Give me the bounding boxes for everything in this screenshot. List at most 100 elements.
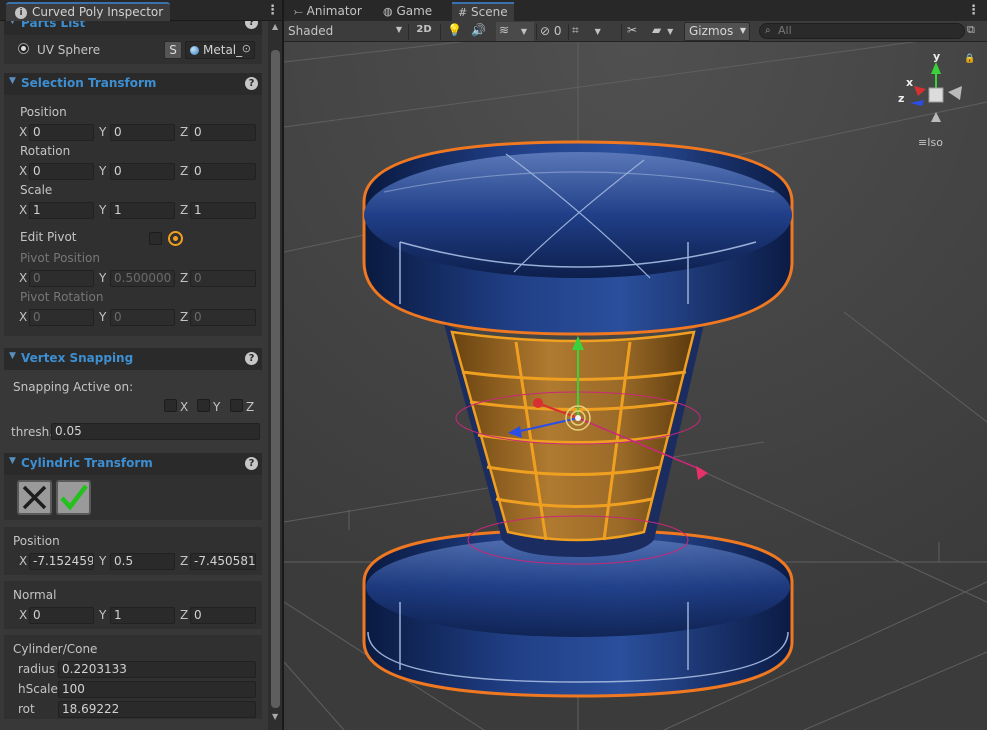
axis-y-label: Y (99, 271, 107, 285)
scroll-down-arrow-icon[interactable]: ▼ (272, 712, 278, 721)
tab-curved-poly-inspector[interactable]: i Curved Poly Inspector (6, 2, 170, 21)
material-field[interactable]: Metal_ ⊙ (185, 41, 255, 59)
chevron-down-icon: ▼ (395, 25, 402, 34)
tab-game[interactable]: ◍ Game (377, 2, 438, 21)
inspector-tab-title: Curved Poly Inspector (32, 5, 164, 19)
axis-x-label: X (19, 164, 28, 178)
tools-icon[interactable]: ✂ (627, 22, 637, 41)
object-picker-icon[interactable]: ⊙ (242, 42, 251, 55)
close-icon (22, 485, 47, 510)
hidden-objects-toggle[interactable]: ⊘ 0 (540, 22, 562, 41)
confirm-button[interactable] (56, 480, 91, 515)
effects-dropdown[interactable]: ≋ ▼ (496, 22, 534, 41)
lock-icon[interactable]: 🔒 (964, 54, 975, 64)
help-icon[interactable]: ? (245, 21, 258, 29)
radius-field[interactable]: 0.2203133 (58, 661, 256, 678)
gizmo-x-label: x (906, 76, 914, 89)
scene-menu-icon[interactable]: ⋮ (967, 4, 980, 17)
tab-animator[interactable]: ⤚ Animator (288, 2, 368, 21)
part-item-label[interactable]: UV Sphere (37, 43, 100, 57)
lighting-icon[interactable]: 💡 (447, 22, 462, 41)
thresh-field[interactable]: 0.05 (51, 423, 260, 440)
scene-search-input[interactable]: ⌕ All (759, 23, 965, 39)
inspector-menu-icon[interactable]: ⋮ (266, 4, 279, 17)
snap-z-label: Z (246, 400, 255, 414)
axis-z-label: Z (180, 271, 189, 285)
vertex-snapping-header[interactable]: ▼ Vertex Snapping ? (4, 348, 262, 370)
pivot-target-icon[interactable] (168, 231, 183, 246)
axis-z-label: Z (180, 554, 189, 568)
tab-scene[interactable]: # Scene (452, 2, 514, 21)
axis-x-label: X (19, 608, 28, 622)
position-z-field[interactable]: 0 (190, 124, 256, 141)
gizmo-y-label: y (933, 50, 941, 63)
scene-viewport[interactable]: y x z ≡Iso 🔒 (284, 42, 987, 730)
axis-z-label: Z (180, 164, 189, 178)
position-x-field[interactable]: 0 (29, 124, 94, 141)
scale-y-field[interactable]: 1 (110, 202, 175, 219)
scale-z-field[interactable]: 1 (190, 202, 256, 219)
snap-z-checkbox[interactable] (230, 399, 243, 412)
grid-snapping-dropdown[interactable]: ⌗ ▼ (572, 22, 612, 41)
pivot-rotation-y-field: 0 (110, 309, 175, 326)
scrollbar-thumb[interactable] (271, 50, 280, 708)
audio-icon[interactable]: 🔊 (471, 22, 486, 41)
axis-z-label: Z (180, 608, 189, 622)
axis-x-label: X (19, 554, 28, 568)
maximize-icon[interactable]: ⧉ (967, 23, 981, 38)
selection-transform-header[interactable]: ▼ Selection Transform ? (4, 73, 262, 95)
chevron-down-icon: ▼ (667, 27, 674, 36)
animator-icon: ⤚ (294, 5, 303, 18)
radio-button[interactable] (18, 43, 29, 54)
rotation-x-field[interactable]: 0 (29, 163, 94, 180)
rotation-y-field[interactable]: 0 (110, 163, 175, 180)
snap-x-checkbox[interactable] (164, 399, 177, 412)
orientation-gizmo[interactable]: y x z ≡Iso (896, 50, 986, 150)
material-sphere-icon (190, 46, 199, 55)
scale-x-field[interactable]: 1 (29, 202, 94, 219)
cyl-normal-y-field[interactable]: 1 (110, 607, 175, 624)
scene-tab-bar: ⤚ Animator ◍ Game # Scene ⋮ (284, 0, 987, 21)
cyl-normal-x-field[interactable]: 0 (29, 607, 94, 624)
menu-lines-icon: ≡ (918, 136, 928, 149)
grid-icon: # (458, 6, 468, 19)
cyl-position-z-field[interactable]: -7.450581 (190, 553, 256, 570)
pivot-rotation-z-field: 0 (190, 309, 256, 326)
cyl-position-x-field[interactable]: -7.152459 (29, 553, 94, 570)
scroll-up-arrow-icon[interactable]: ▲ (272, 22, 278, 31)
mode-2d-button[interactable]: 2D (411, 22, 437, 41)
rotation-label: Rotation (20, 144, 71, 158)
parts-list-header[interactable]: ▼ Parts List ? (4, 21, 262, 35)
gizmo-z-label: z (898, 92, 905, 105)
axis-z-label: Z (180, 125, 189, 139)
snap-y-checkbox[interactable] (197, 399, 210, 412)
camera-dropdown[interactable]: ▰ ▼ (652, 22, 682, 41)
axis-x-label: X (19, 310, 28, 324)
grid-snap-icon: ⌗ (572, 23, 579, 37)
cylinder-cone-label: Cylinder/Cone (13, 642, 98, 656)
axis-y-label: Y (99, 203, 107, 217)
hscale-field[interactable]: 100 (58, 681, 256, 698)
shading-mode-dropdown[interactable]: Shaded ▼ (288, 22, 404, 41)
help-icon[interactable]: ? (245, 352, 258, 365)
help-icon[interactable]: ? (245, 77, 258, 90)
projection-toggle[interactable]: ≡Iso (918, 136, 943, 149)
edit-pivot-checkbox[interactable] (149, 232, 162, 245)
gizmos-dropdown[interactable]: Gizmos ▼ (684, 22, 750, 41)
s-button[interactable]: S (164, 41, 182, 59)
chevron-down-icon: ▼ (739, 26, 746, 35)
cylindric-transform-header[interactable]: ▼ Cylindric Transform ? (4, 453, 262, 475)
checkmark-icon (60, 484, 88, 511)
rot-field[interactable]: 18.69222 (58, 701, 256, 718)
cyl-normal-label: Normal (13, 588, 57, 602)
cancel-button[interactable] (17, 480, 52, 515)
position-y-field[interactable]: 0 (110, 124, 175, 141)
rot-label: rot (18, 702, 35, 716)
pivot-position-x-field: 0 (29, 270, 94, 287)
cyl-position-y-field[interactable]: 0.5 (110, 553, 175, 570)
axis-x-label: X (19, 203, 28, 217)
pivot-rotation-label: Pivot Rotation (20, 290, 104, 304)
rotation-z-field[interactable]: 0 (190, 163, 256, 180)
cyl-normal-z-field[interactable]: 0 (190, 607, 256, 624)
help-icon[interactable]: ? (245, 457, 258, 470)
